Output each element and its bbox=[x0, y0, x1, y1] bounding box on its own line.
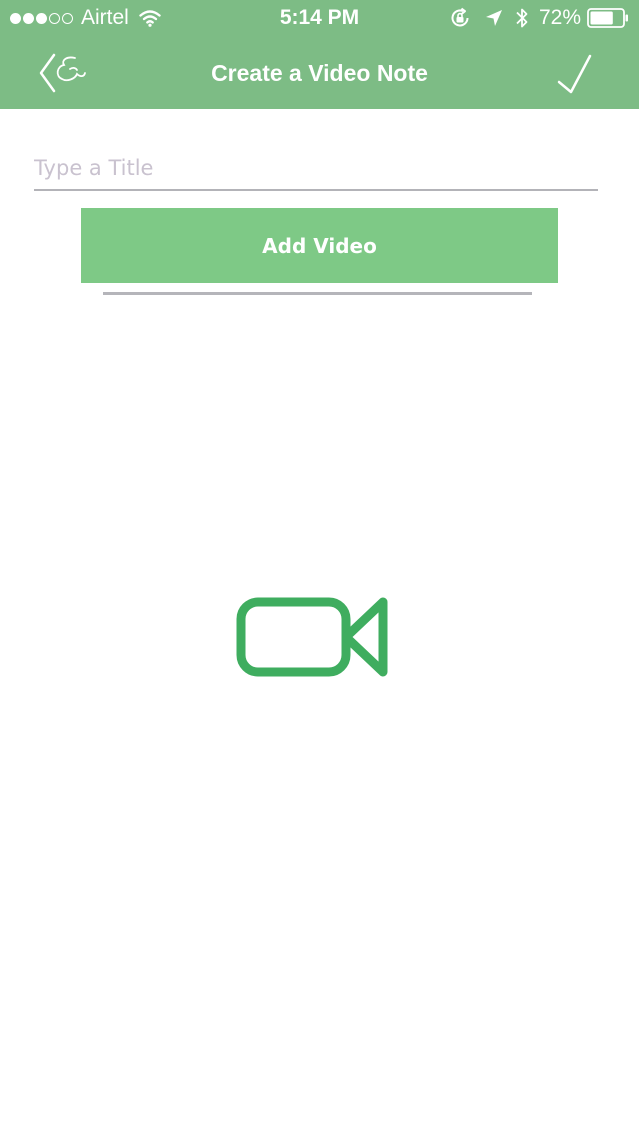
checkmark-icon bbox=[557, 54, 592, 94]
location-icon bbox=[485, 10, 502, 26]
battery-percentage: 72% bbox=[538, 6, 581, 29]
bluetooth-icon bbox=[516, 8, 528, 28]
page-title: Create a Video Note bbox=[211, 60, 428, 86]
add-video-button[interactable]: Add Video bbox=[81, 208, 558, 283]
app-header: Airtel 5:14 PM 72% Create a Video Note bbox=[0, 0, 639, 109]
done-button[interactable] bbox=[551, 50, 601, 96]
video-camera-icon[interactable] bbox=[236, 596, 390, 678]
navigation-bar: Create a Video Note bbox=[0, 36, 639, 109]
status-bar: Airtel 5:14 PM 72% bbox=[0, 0, 639, 36]
rotation-lock-icon bbox=[451, 7, 469, 27]
battery-icon bbox=[587, 8, 628, 28]
divider bbox=[103, 292, 532, 295]
title-input[interactable] bbox=[34, 146, 598, 191]
status-right: 72% bbox=[449, 5, 629, 31]
